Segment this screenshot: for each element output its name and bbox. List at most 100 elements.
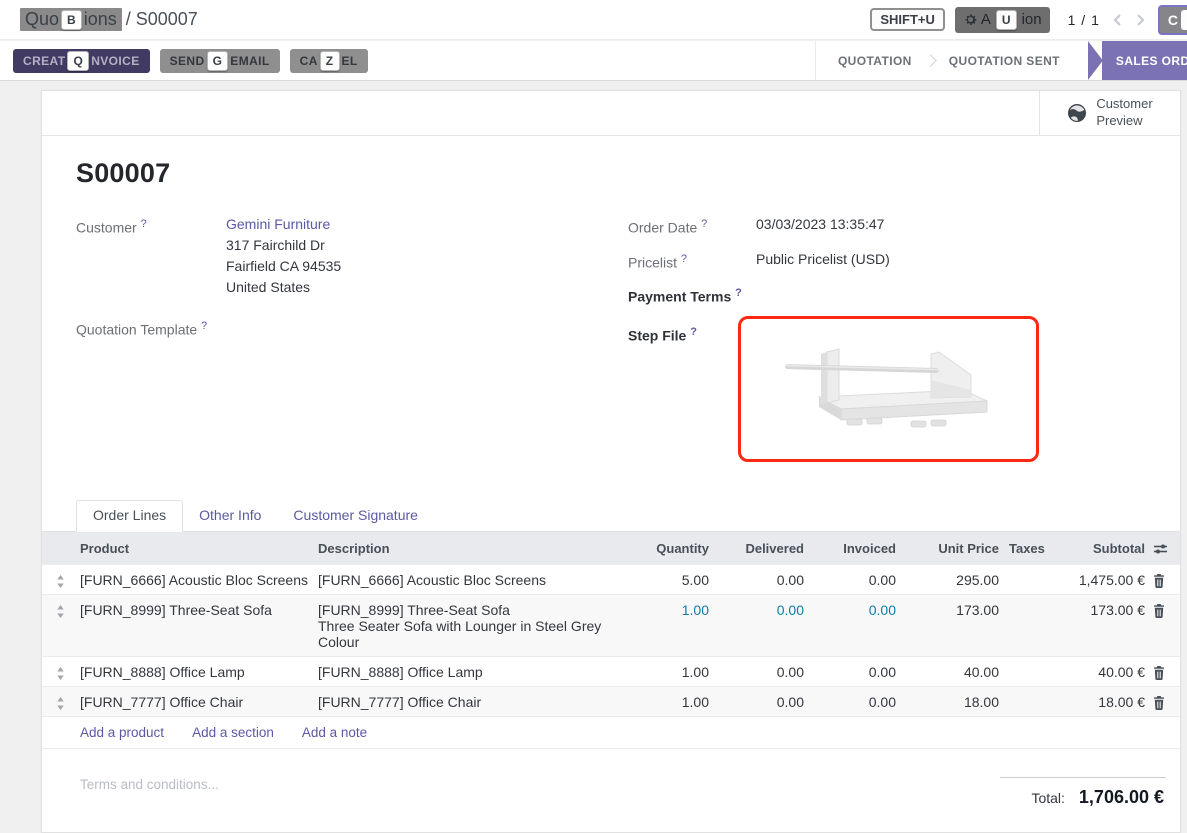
help-icon: ? — [681, 253, 687, 265]
customer-address-line: United States — [226, 277, 341, 298]
col-invoiced: Invoiced — [806, 532, 898, 564]
cell-subtotal: 40.00 € — [1047, 657, 1147, 686]
cell-unit-price[interactable]: 295.00 — [898, 565, 1001, 594]
cell-quantity[interactable]: 1.00 — [621, 595, 711, 656]
tab-other-info[interactable]: Other Info — [183, 501, 277, 531]
delete-line-button[interactable] — [1147, 657, 1182, 686]
delete-line-button[interactable] — [1147, 687, 1182, 716]
add-a-product-link[interactable]: Add a product — [80, 725, 164, 740]
cell-description[interactable]: [FURN_7777] Office Chair — [316, 687, 621, 716]
drag-handle[interactable] — [42, 595, 78, 656]
drag-handle-icon — [56, 575, 65, 588]
cell-product[interactable]: [FURN_6666] Acoustic Bloc Screens — [78, 565, 316, 594]
cell-unit-price[interactable]: 173.00 — [898, 595, 1001, 656]
action-menu-button[interactable]: AUion — [955, 7, 1050, 33]
total-label: Total: — [1031, 790, 1064, 806]
cell-description[interactable]: [FURN_8999] Three-Seat Sofa Three Seater… — [316, 595, 621, 656]
order-lines-header: Product Description Quantity Delivered I… — [42, 532, 1180, 564]
tab-order-lines[interactable]: Order Lines — [76, 500, 183, 532]
order-date-value[interactable]: 03/03/2023 13:35:47 — [756, 214, 884, 239]
drag-handle[interactable] — [42, 687, 78, 716]
cell-invoiced[interactable]: 0.00 — [806, 657, 898, 686]
action-bar: CREATQNVOICE SENDGEMAIL CAZEL QUOTATION … — [0, 41, 1187, 81]
cell-taxes[interactable] — [1001, 595, 1047, 656]
cell-quantity[interactable]: 1.00 — [621, 687, 711, 716]
cell-taxes[interactable] — [1001, 657, 1047, 686]
order-line-row[interactable]: [FURN_7777] Office Chair [FURN_7777] Off… — [42, 686, 1180, 716]
breadcrumb: QuoBions / S00007 — [20, 8, 198, 31]
cell-product[interactable]: [FURN_7777] Office Chair — [78, 687, 316, 716]
payment-terms-label: Payment Terms — [628, 289, 731, 305]
cancel-button[interactable]: CAZEL — [290, 49, 368, 73]
field-customer: Customer ? Gemini Furniture 317 Fairchil… — [76, 214, 628, 298]
trash-icon — [1153, 696, 1165, 710]
breadcrumb-quotations-link[interactable]: QuoBions — [20, 8, 122, 31]
create-invoice-button[interactable]: CREATQNVOICE — [13, 49, 150, 73]
drag-handle[interactable] — [42, 565, 78, 594]
cell-product[interactable]: [FURN_8999] Three-Seat Sofa — [78, 595, 316, 656]
stage-quotation-sent[interactable]: QUOTATION SENT — [931, 54, 1078, 68]
totals-box: Total: 1,706.00 € — [1000, 777, 1166, 808]
order-date-label: Order Date — [628, 220, 697, 236]
send-email-button[interactable]: SENDGEMAIL — [160, 49, 280, 73]
delete-line-button[interactable] — [1147, 565, 1182, 594]
cell-description[interactable]: [FURN_6666] Acoustic Bloc Screens — [316, 565, 621, 594]
field-payment-terms: Payment Terms ? — [628, 283, 1160, 308]
optional-columns-button[interactable] — [1147, 532, 1182, 564]
cell-quantity[interactable]: 5.00 — [621, 565, 711, 594]
notebook-tabs: Order Lines Other Info Customer Signatur… — [42, 499, 1180, 532]
action-label-post: ion — [1022, 11, 1042, 28]
sliders-icon — [1153, 543, 1168, 555]
terms-and-conditions-input[interactable]: Terms and conditions... — [80, 777, 219, 808]
cell-taxes[interactable] — [1001, 687, 1047, 716]
stage-sales-order[interactable]: SALES ORDER — [1102, 41, 1187, 80]
order-line-row[interactable]: [FURN_6666] Acoustic Bloc Screens [FURN_… — [42, 564, 1180, 594]
edge-overlay-button[interactable]: C — [1158, 5, 1187, 35]
step-file-preview[interactable] — [738, 316, 1039, 462]
help-icon: ? — [701, 218, 707, 230]
cell-invoiced[interactable]: 0.00 — [806, 565, 898, 594]
cell-subtotal: 18.00 € — [1047, 687, 1147, 716]
cell-unit-price[interactable]: 40.00 — [898, 657, 1001, 686]
cell-product[interactable]: [FURN_8888] Office Lamp — [78, 657, 316, 686]
page-title: S00007 — [76, 158, 1160, 189]
cell-delivered[interactable]: 0.00 — [711, 565, 806, 594]
tab-customer-signature[interactable]: Customer Signature — [277, 501, 434, 531]
add-a-section-link[interactable]: Add a section — [192, 725, 274, 740]
add-a-note-link[interactable]: Add a note — [302, 725, 367, 740]
key-hint-u: U — [996, 10, 1017, 30]
cell-invoiced[interactable]: 0.00 — [806, 595, 898, 656]
customer-preview-button[interactable]: Customer Preview — [1039, 91, 1180, 135]
cell-delivered[interactable]: 0.00 — [711, 595, 806, 656]
order-line-row[interactable]: [FURN_8888] Office Lamp [FURN_8888] Offi… — [42, 656, 1180, 686]
list-footer-links: Add a product Add a section Add a note — [42, 716, 1180, 749]
pager-previous-button[interactable] — [1110, 11, 1124, 29]
stage-arrow-icon — [1088, 41, 1103, 80]
col-product: Product — [78, 532, 316, 564]
col-subtotal: Subtotal — [1047, 532, 1147, 564]
help-icon: ? — [735, 287, 742, 299]
cell-delivered[interactable]: 0.00 — [711, 657, 806, 686]
cell-description[interactable]: [FURN_8888] Office Lamp — [316, 657, 621, 686]
key-hint-shift-u: SHIFT+U — [870, 8, 945, 31]
cell-quantity[interactable]: 1.00 — [621, 657, 711, 686]
cell-taxes[interactable] — [1001, 565, 1047, 594]
delete-line-button[interactable] — [1147, 595, 1182, 656]
drag-handle[interactable] — [42, 657, 78, 686]
col-unit-price: Unit Price — [898, 532, 1001, 564]
key-hint-q: Q — [67, 51, 89, 71]
pager-next-button[interactable] — [1134, 11, 1148, 29]
field-step-file: Step File ? — [628, 322, 1160, 462]
customer-link[interactable]: Gemini Furniture — [226, 216, 330, 232]
cell-unit-price[interactable]: 18.00 — [898, 687, 1001, 716]
cell-invoiced[interactable]: 0.00 — [806, 687, 898, 716]
order-line-row[interactable]: [FURN_8999] Three-Seat Sofa [FURN_8999] … — [42, 594, 1180, 656]
customer-address-line: 317 Fairchild Dr — [226, 235, 341, 256]
key-hint-z: Z — [320, 51, 340, 71]
cell-delivered[interactable]: 0.00 — [711, 687, 806, 716]
customer-preview-label-1: Customer — [1096, 96, 1152, 113]
stage-quotation[interactable]: QUOTATION — [820, 54, 930, 68]
key-hint-g: G — [207, 51, 229, 71]
customer-address-line: Fairfield CA 94535 — [226, 256, 341, 277]
pricelist-value[interactable]: Public Pricelist (USD) — [756, 249, 890, 274]
